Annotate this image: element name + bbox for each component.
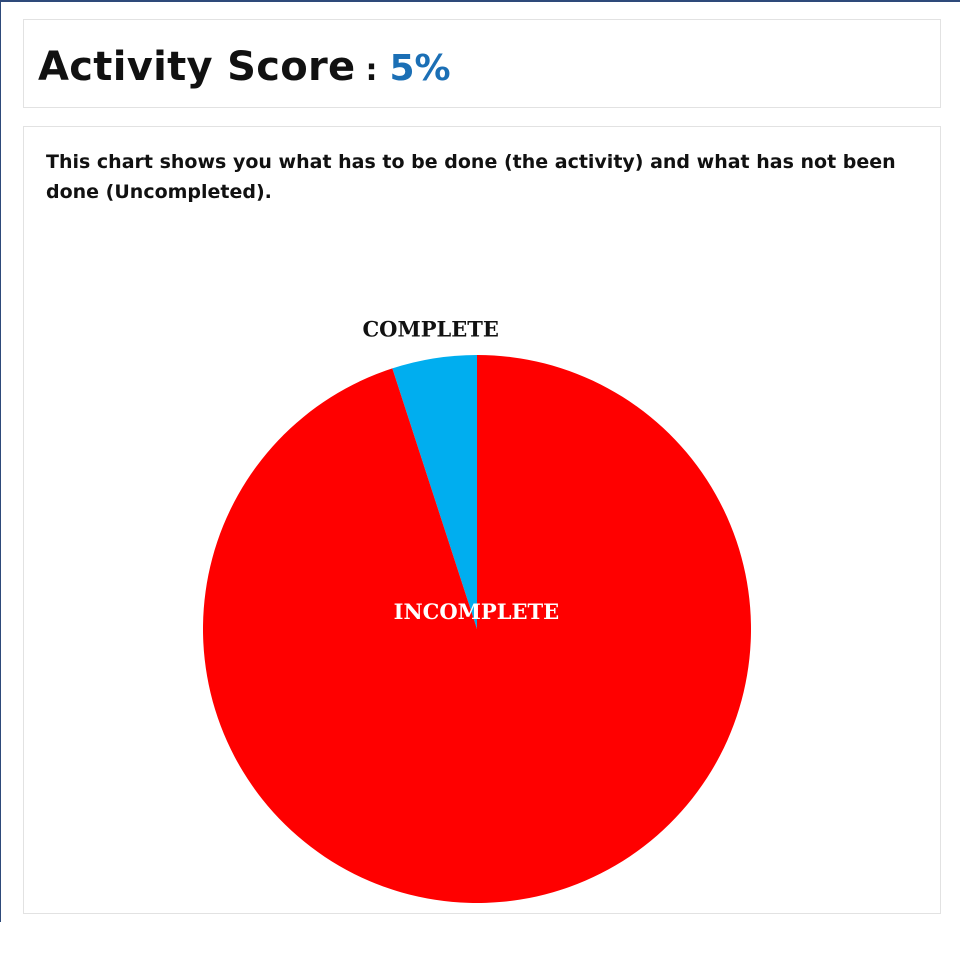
top-border <box>0 0 960 2</box>
activity-score-value: 5% <box>389 48 451 89</box>
activity-score-heading: Activity Score:5% <box>38 44 451 90</box>
pie-chart: COMPLETE INCOMPLETE <box>202 317 751 903</box>
activity-score-separator: : <box>365 53 378 88</box>
activity-score-label: Activity Score <box>38 44 356 90</box>
chart-card: This chart shows you what has to be done… <box>23 126 941 914</box>
pie-label-incomplete: INCOMPLETE <box>394 599 559 624</box>
pie-label-complete: COMPLETE <box>362 317 498 342</box>
activity-score-card: Activity Score:5% <box>23 19 941 108</box>
left-border <box>0 2 1 922</box>
